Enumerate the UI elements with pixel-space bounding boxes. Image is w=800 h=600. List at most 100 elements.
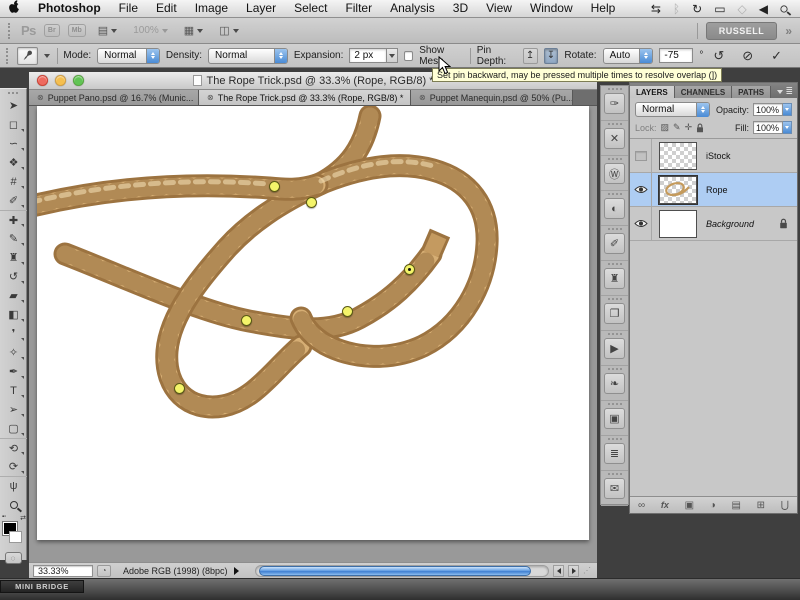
mode-select[interactable]: Normal bbox=[97, 48, 160, 64]
puppet-pin[interactable] bbox=[174, 383, 185, 394]
bluetooth-icon[interactable]: ᛒ bbox=[673, 2, 680, 16]
launch-minibridge-button[interactable]: Mb bbox=[68, 24, 86, 37]
menu-image[interactable]: Image bbox=[186, 0, 237, 17]
tab-channels[interactable]: CHANNELS bbox=[675, 86, 732, 98]
lock-paint-icon[interactable]: ✎ bbox=[673, 122, 681, 133]
remove-all-pins-button[interactable]: ↺ bbox=[709, 48, 728, 64]
tool-presets-panel-icon[interactable]: ✕ bbox=[604, 128, 625, 149]
tab-paths[interactable]: PATHS bbox=[732, 86, 771, 98]
menu-edit[interactable]: Edit bbox=[147, 0, 186, 17]
panel-menu-button[interactable]: ≣ bbox=[777, 86, 797, 98]
type-tool[interactable]: T bbox=[0, 381, 27, 400]
opacity-field[interactable]: 100% bbox=[753, 103, 783, 116]
color-profile-status[interactable]: Adobe RGB (1998) (8bpc) bbox=[115, 564, 247, 577]
layer-row-istock[interactable]: iStock bbox=[630, 139, 797, 173]
layer-style-button[interactable]: fx bbox=[661, 500, 669, 510]
mini-bridge-tab[interactable]: MINI BRIDGE bbox=[0, 580, 84, 593]
w-panel-icon[interactable]: Ⓦ bbox=[604, 163, 625, 184]
fill-field[interactable]: 100% bbox=[753, 121, 783, 134]
show-mesh-checkbox[interactable] bbox=[404, 51, 413, 61]
swap-swatches-icon[interactable]: ⇄ bbox=[20, 514, 26, 522]
add-layer-mask-button[interactable]: ▣ bbox=[685, 500, 694, 511]
set-pin-backward-button[interactable]: ↧ bbox=[544, 48, 559, 64]
layer-thumbnail[interactable] bbox=[659, 142, 697, 170]
puppet-pin[interactable] bbox=[306, 197, 317, 208]
actions-panel-icon[interactable]: ▶ bbox=[604, 338, 625, 359]
layer-name[interactable]: Background bbox=[706, 219, 754, 229]
blur-tool[interactable]: ❜ bbox=[0, 324, 27, 343]
spotlight-icon[interactable] bbox=[780, 5, 787, 12]
path-selection-tool[interactable]: ➢ bbox=[0, 400, 27, 419]
puppet-pin[interactable] bbox=[269, 181, 280, 192]
layer-row-background[interactable]: Background bbox=[630, 207, 797, 241]
new-layer-button[interactable]: ⊞ bbox=[757, 500, 765, 511]
menu-view[interactable]: View bbox=[477, 0, 521, 17]
document-canvas[interactable] bbox=[37, 106, 589, 540]
layer-name[interactable]: iStock bbox=[706, 151, 731, 161]
rotate-angle-field[interactable]: -75 bbox=[659, 48, 693, 63]
dodge-tool[interactable]: ✧ bbox=[0, 343, 27, 362]
window-resize-grip[interactable]: ⋰ bbox=[583, 565, 593, 577]
masks-panel-icon[interactable]: ❧ bbox=[604, 373, 625, 394]
layer-name[interactable]: Rope bbox=[706, 185, 728, 195]
eyedropper-tool[interactable]: ✐ bbox=[0, 191, 27, 210]
quick-selection-tool[interactable]: ❖ bbox=[0, 153, 27, 172]
adjustment-layer-button[interactable]: ◑ bbox=[710, 500, 716, 511]
lock-transparency-icon[interactable]: ▨ bbox=[661, 122, 670, 133]
menu-window[interactable]: Window bbox=[521, 0, 582, 17]
expansion-field[interactable]: 2 px bbox=[349, 48, 387, 63]
shape-tool[interactable]: ▢ bbox=[0, 419, 27, 438]
paragraph-panel-icon[interactable]: ≣ bbox=[604, 443, 625, 464]
opacity-dropdown[interactable] bbox=[783, 103, 792, 116]
close-tab-icon[interactable]: ⊗ bbox=[207, 93, 214, 102]
tab-puppet-pano[interactable]: ⊗ Puppet Pano.psd @ 16.7% (Munic... bbox=[29, 90, 199, 105]
menu-filter[interactable]: Filter bbox=[336, 0, 381, 17]
brushes-panel-icon[interactable]: ✑ bbox=[604, 93, 625, 114]
pen-tool[interactable]: ✒ bbox=[0, 362, 27, 381]
puppet-pin[interactable] bbox=[241, 315, 252, 326]
quick-mask-button[interactable]: ◌ bbox=[5, 552, 22, 564]
gradient-tool[interactable]: ◧ bbox=[0, 305, 27, 324]
visibility-toggle[interactable] bbox=[630, 173, 652, 207]
appbar-grip[interactable] bbox=[8, 23, 11, 39]
tab-rope-trick[interactable]: ⊗ The Rope Trick.psd @ 33.3% (Rope, RGB/… bbox=[199, 90, 411, 105]
lock-all-icon[interactable] bbox=[696, 123, 704, 133]
expansion-dropdown[interactable] bbox=[387, 48, 398, 63]
review-panel-icon[interactable]: ✉ bbox=[604, 478, 625, 499]
zoom-tool[interactable] bbox=[0, 495, 27, 514]
close-tab-icon[interactable]: ⊗ bbox=[419, 93, 426, 102]
background-color-swatch[interactable] bbox=[9, 531, 22, 543]
density-select[interactable]: Normal bbox=[208, 48, 288, 64]
zoom-level-button[interactable]: 100% bbox=[129, 23, 172, 38]
commit-puppet-warp-button[interactable]: ✓ bbox=[767, 48, 786, 64]
sync-icon[interactable]: ↻ bbox=[692, 2, 702, 16]
puppet-pin-selected[interactable] bbox=[404, 264, 415, 275]
cs-live-user-button[interactable]: RUSSELL bbox=[706, 22, 778, 40]
apple-menu[interactable] bbox=[0, 0, 29, 18]
close-tab-icon[interactable]: ⊗ bbox=[37, 93, 44, 102]
hand-tool[interactable]: ψ bbox=[0, 476, 27, 495]
crop-tool[interactable]: # bbox=[0, 172, 27, 191]
lock-position-icon[interactable]: ✛ bbox=[685, 122, 693, 133]
lasso-tool[interactable]: ∽ bbox=[0, 134, 27, 153]
set-pin-forward-button[interactable]: ↥ bbox=[523, 48, 538, 64]
scroll-left-button[interactable] bbox=[553, 565, 564, 577]
move-tool[interactable]: ➤ bbox=[0, 96, 27, 115]
delete-layer-button[interactable]: ⋃ bbox=[781, 500, 789, 511]
menu-3d[interactable]: 3D bbox=[444, 0, 477, 17]
displays-icon[interactable]: ▭ bbox=[714, 2, 725, 16]
brush-presets-panel-icon[interactable]: ✐ bbox=[604, 233, 625, 254]
menu-analysis[interactable]: Analysis bbox=[381, 0, 444, 17]
new-group-button[interactable]: ▤ bbox=[731, 500, 740, 511]
optionsbar-grip[interactable] bbox=[6, 48, 9, 64]
puppet-warp-tool-badge[interactable] bbox=[17, 47, 38, 65]
clone-stamp-tool[interactable]: ♜ bbox=[0, 248, 27, 267]
view-extras-button[interactable]: ▤ bbox=[94, 22, 121, 39]
status-options-icon[interactable]: ◔ bbox=[97, 565, 111, 577]
canvas-area[interactable] bbox=[29, 106, 597, 562]
visibility-toggle[interactable] bbox=[630, 207, 652, 241]
menu-photoshop[interactable]: Photoshop bbox=[29, 0, 110, 17]
layer-thumbnail[interactable] bbox=[659, 176, 697, 204]
cancel-puppet-warp-button[interactable]: ⊘ bbox=[738, 48, 757, 64]
brush-tool[interactable]: ✎ bbox=[0, 229, 27, 248]
